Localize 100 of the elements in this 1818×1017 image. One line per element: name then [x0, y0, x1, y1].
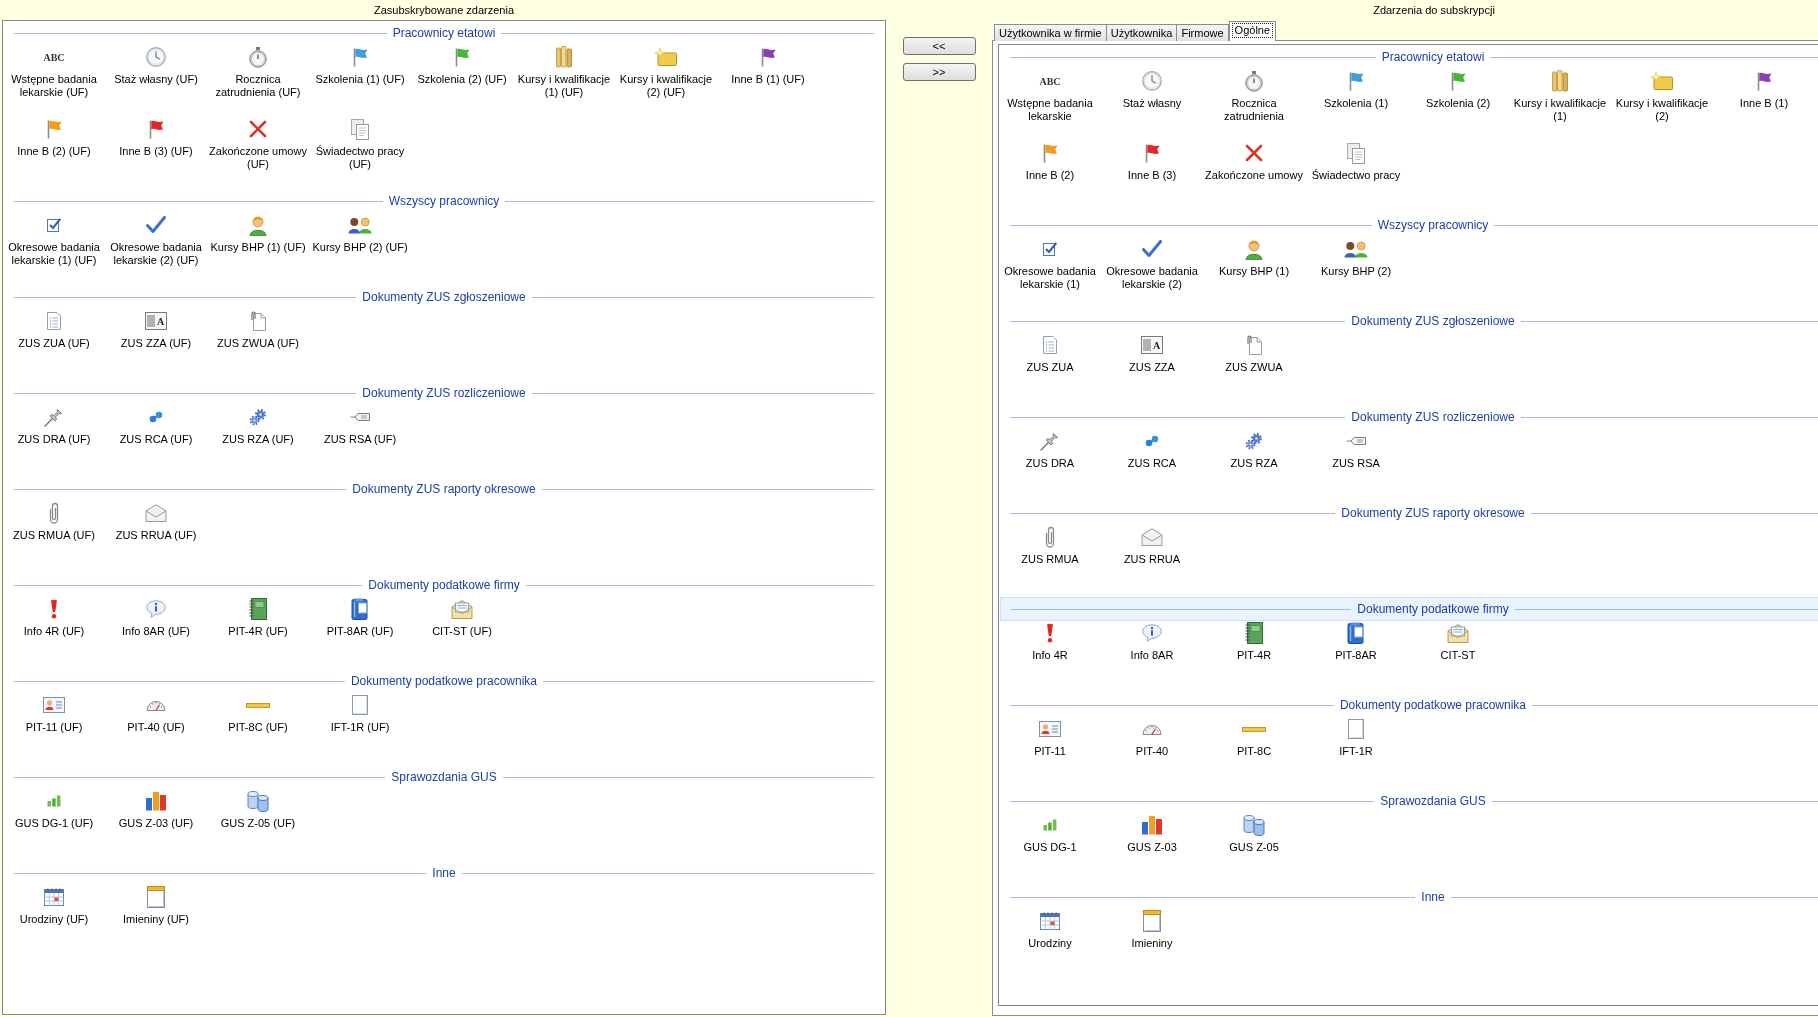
event-item[interactable]: Szkolenia (2) (UF) — [417, 45, 507, 86]
event-item[interactable]: Inne B (2) — [1025, 141, 1075, 182]
event-item[interactable]: Okresowe badania lekarskie (2) — [1102, 237, 1202, 290]
event-item[interactable]: Staż własny (UF) — [114, 45, 198, 86]
event-item[interactable]: Imieniny — [1131, 909, 1173, 950]
event-item[interactable]: CIT-ST — [1440, 621, 1476, 662]
event-item[interactable]: ZUS ZUA (UF) — [18, 309, 90, 350]
tab[interactable]: Ogólne — [1228, 21, 1277, 41]
event-item[interactable]: Inne B (3) (UF) — [119, 117, 193, 158]
event-item[interactable]: GUS Z-03 — [1127, 813, 1177, 854]
event-item[interactable]: A ZUS ZZA — [1129, 333, 1175, 374]
notepad-icon — [147, 886, 165, 908]
event-item[interactable]: IFT-1R — [1339, 717, 1373, 758]
event-item[interactable]: Info 4R (UF) — [23, 597, 85, 638]
event-item[interactable]: PIT-4R — [1236, 621, 1272, 662]
event-item[interactable]: PIT-40 — [1135, 717, 1169, 758]
event-item[interactable]: Imieniny (UF) — [123, 885, 189, 926]
event-item[interactable]: ZUS ZWUA — [1225, 333, 1283, 374]
event-item[interactable]: Info 8AR — [1130, 621, 1174, 662]
event-item[interactable]: ZUS RRUA — [1123, 525, 1181, 566]
event-item[interactable]: Okresowe badania lekarskie (2) (UF) — [106, 213, 206, 266]
event-item[interactable]: A ZUS ZZA (UF) — [120, 309, 192, 350]
event-item[interactable]: GUS DG-1 (UF) — [14, 789, 94, 830]
event-item[interactable]: ZUS RCA (UF) — [119, 405, 193, 446]
event-item[interactable]: GUS Z-05 (UF) — [220, 789, 296, 830]
cross-icon — [1245, 144, 1263, 162]
panel-title: Zasubskrybowane zdarzenia — [374, 4, 514, 16]
event-item[interactable]: PIT-8AR (UF) — [326, 597, 394, 638]
event-item[interactable]: Szkolenia (1) (UF) — [315, 45, 405, 86]
event-item[interactable]: Okresowe badania lekarskie (1) — [1000, 237, 1100, 290]
event-item[interactable]: IFT-1R (UF) — [330, 693, 390, 734]
event-item[interactable]: Kursy BHP (1) — [1218, 237, 1290, 278]
calendar-icon — [44, 888, 64, 906]
event-item[interactable]: Świadectwo pracy (UF) — [310, 117, 410, 170]
event-item[interactable]: Kursy BHP (2) — [1320, 237, 1392, 278]
group-title: Wszyscy pracownicy — [382, 193, 506, 209]
event-item[interactable]: ABC Wstępne badania lekarskie (UF) — [4, 45, 104, 98]
event-item[interactable]: Świadectwo pracy — [1311, 141, 1401, 182]
event-item[interactable]: Info 4R — [1032, 621, 1068, 662]
event-item[interactable]: PIT-8C (UF) — [228, 693, 288, 734]
event-item[interactable]: Urodziny — [1028, 909, 1072, 950]
event-item[interactable]: GUS DG-1 — [1023, 813, 1077, 854]
event-item[interactable]: PIT-8C — [1236, 717, 1272, 758]
event-item[interactable]: Kursy BHP (2) (UF) — [312, 213, 408, 254]
event-item[interactable]: PIT-11 — [1034, 717, 1066, 758]
paperclip-icon — [1045, 526, 1055, 548]
group-title: Dokumenty ZUS raporty okresowe — [1335, 505, 1531, 521]
event-item[interactable]: Kursy i kwalifikacje (2) — [1612, 69, 1712, 122]
tab[interactable]: Firmowe — [1176, 24, 1229, 41]
flag-icon — [1042, 143, 1058, 163]
event-item[interactable]: ZUS ZUA — [1026, 333, 1074, 374]
event-item[interactable]: GUS Z-03 (UF) — [118, 789, 194, 830]
event-item[interactable]: PIT-4R (UF) — [228, 597, 288, 638]
event-item[interactable]: Kursy i kwalifikacje (2) (UF) — [616, 45, 716, 98]
event-item[interactable]: Staż własny — [1122, 69, 1182, 110]
event-item[interactable]: ZUS RZA — [1230, 429, 1278, 470]
event-item[interactable]: PIT-11 (UF) — [25, 693, 83, 734]
cross-icon — [249, 120, 267, 138]
event-item[interactable]: Kursy BHP (1) (UF) — [210, 213, 306, 254]
flag-icon — [1450, 71, 1466, 91]
event-item[interactable]: ZUS RCA — [1127, 429, 1177, 470]
move-right-button[interactable]: >> — [902, 63, 976, 81]
event-item[interactable]: Rocznica zatrudnienia — [1204, 69, 1304, 122]
tab[interactable]: Użytkownika w firmie — [994, 24, 1107, 41]
event-item[interactable]: Inne B (1) — [1739, 69, 1789, 110]
event-item[interactable]: Szkolenia (2) — [1425, 69, 1491, 110]
event-item[interactable]: CIT-ST (UF) — [432, 597, 492, 638]
move-left-button[interactable]: << — [902, 37, 976, 55]
event-item[interactable]: Info 8AR (UF) — [122, 597, 190, 638]
event-item[interactable]: ZUS RMUA (UF) — [13, 501, 95, 542]
event-item[interactable]: Inne B (2) (UF) — [17, 117, 91, 158]
event-item[interactable]: Inne B (3) — [1127, 141, 1177, 182]
event-item[interactable]: Rocznica zatrudnienia (UF) — [208, 45, 308, 98]
event-item[interactable]: Okresowe badania lekarskie (1) (UF) — [4, 213, 104, 266]
event-item[interactable]: Szkolenia (1) — [1323, 69, 1389, 110]
event-item[interactable]: ZUS DRA (UF) — [17, 405, 91, 446]
books-icon — [556, 46, 572, 68]
group-title: Dokumenty podatkowe pracownika — [344, 673, 544, 689]
event-item[interactable]: ZUS RSA (UF) — [323, 405, 397, 446]
event-item[interactable]: ZUS RMUA — [1021, 525, 1079, 566]
envelope-icon — [145, 504, 167, 522]
event-item[interactable]: ZUS RZA (UF) — [222, 405, 294, 446]
event-item[interactable]: Urodziny (UF) — [19, 885, 89, 926]
event-item[interactable]: PIT-40 (UF) — [127, 693, 185, 734]
event-item[interactable]: Kursy i kwalifikacje (1) (UF) — [514, 45, 614, 98]
event-item[interactable]: Inne B (1) (UF) — [731, 45, 805, 86]
event-item[interactable]: PIT-8AR — [1335, 621, 1377, 662]
abc-letters-icon: ABC — [43, 51, 65, 63]
event-item[interactable]: ZUS RSA — [1332, 429, 1380, 470]
event-item[interactable]: ZUS DRA — [1025, 429, 1075, 470]
event-item[interactable]: Kursy i kwalifikacje (1) — [1510, 69, 1610, 122]
tab[interactable]: Użytkownika — [1105, 24, 1178, 41]
event-item[interactable]: ABC Wstępne badania lekarskie — [1000, 69, 1100, 122]
group-title: Pracownicy etatowi — [1375, 49, 1491, 65]
event-item[interactable]: ZUS RRUA (UF) — [115, 501, 197, 542]
event-item[interactable]: Zakończone umowy — [1205, 141, 1303, 182]
group-title: Dokumenty ZUS zgłoszeniowe — [356, 289, 532, 305]
event-item[interactable]: ZUS ZWUA (UF) — [217, 309, 299, 350]
event-item[interactable]: GUS Z-05 — [1229, 813, 1279, 854]
event-item[interactable]: Zakończone umowy (UF) — [208, 117, 308, 170]
